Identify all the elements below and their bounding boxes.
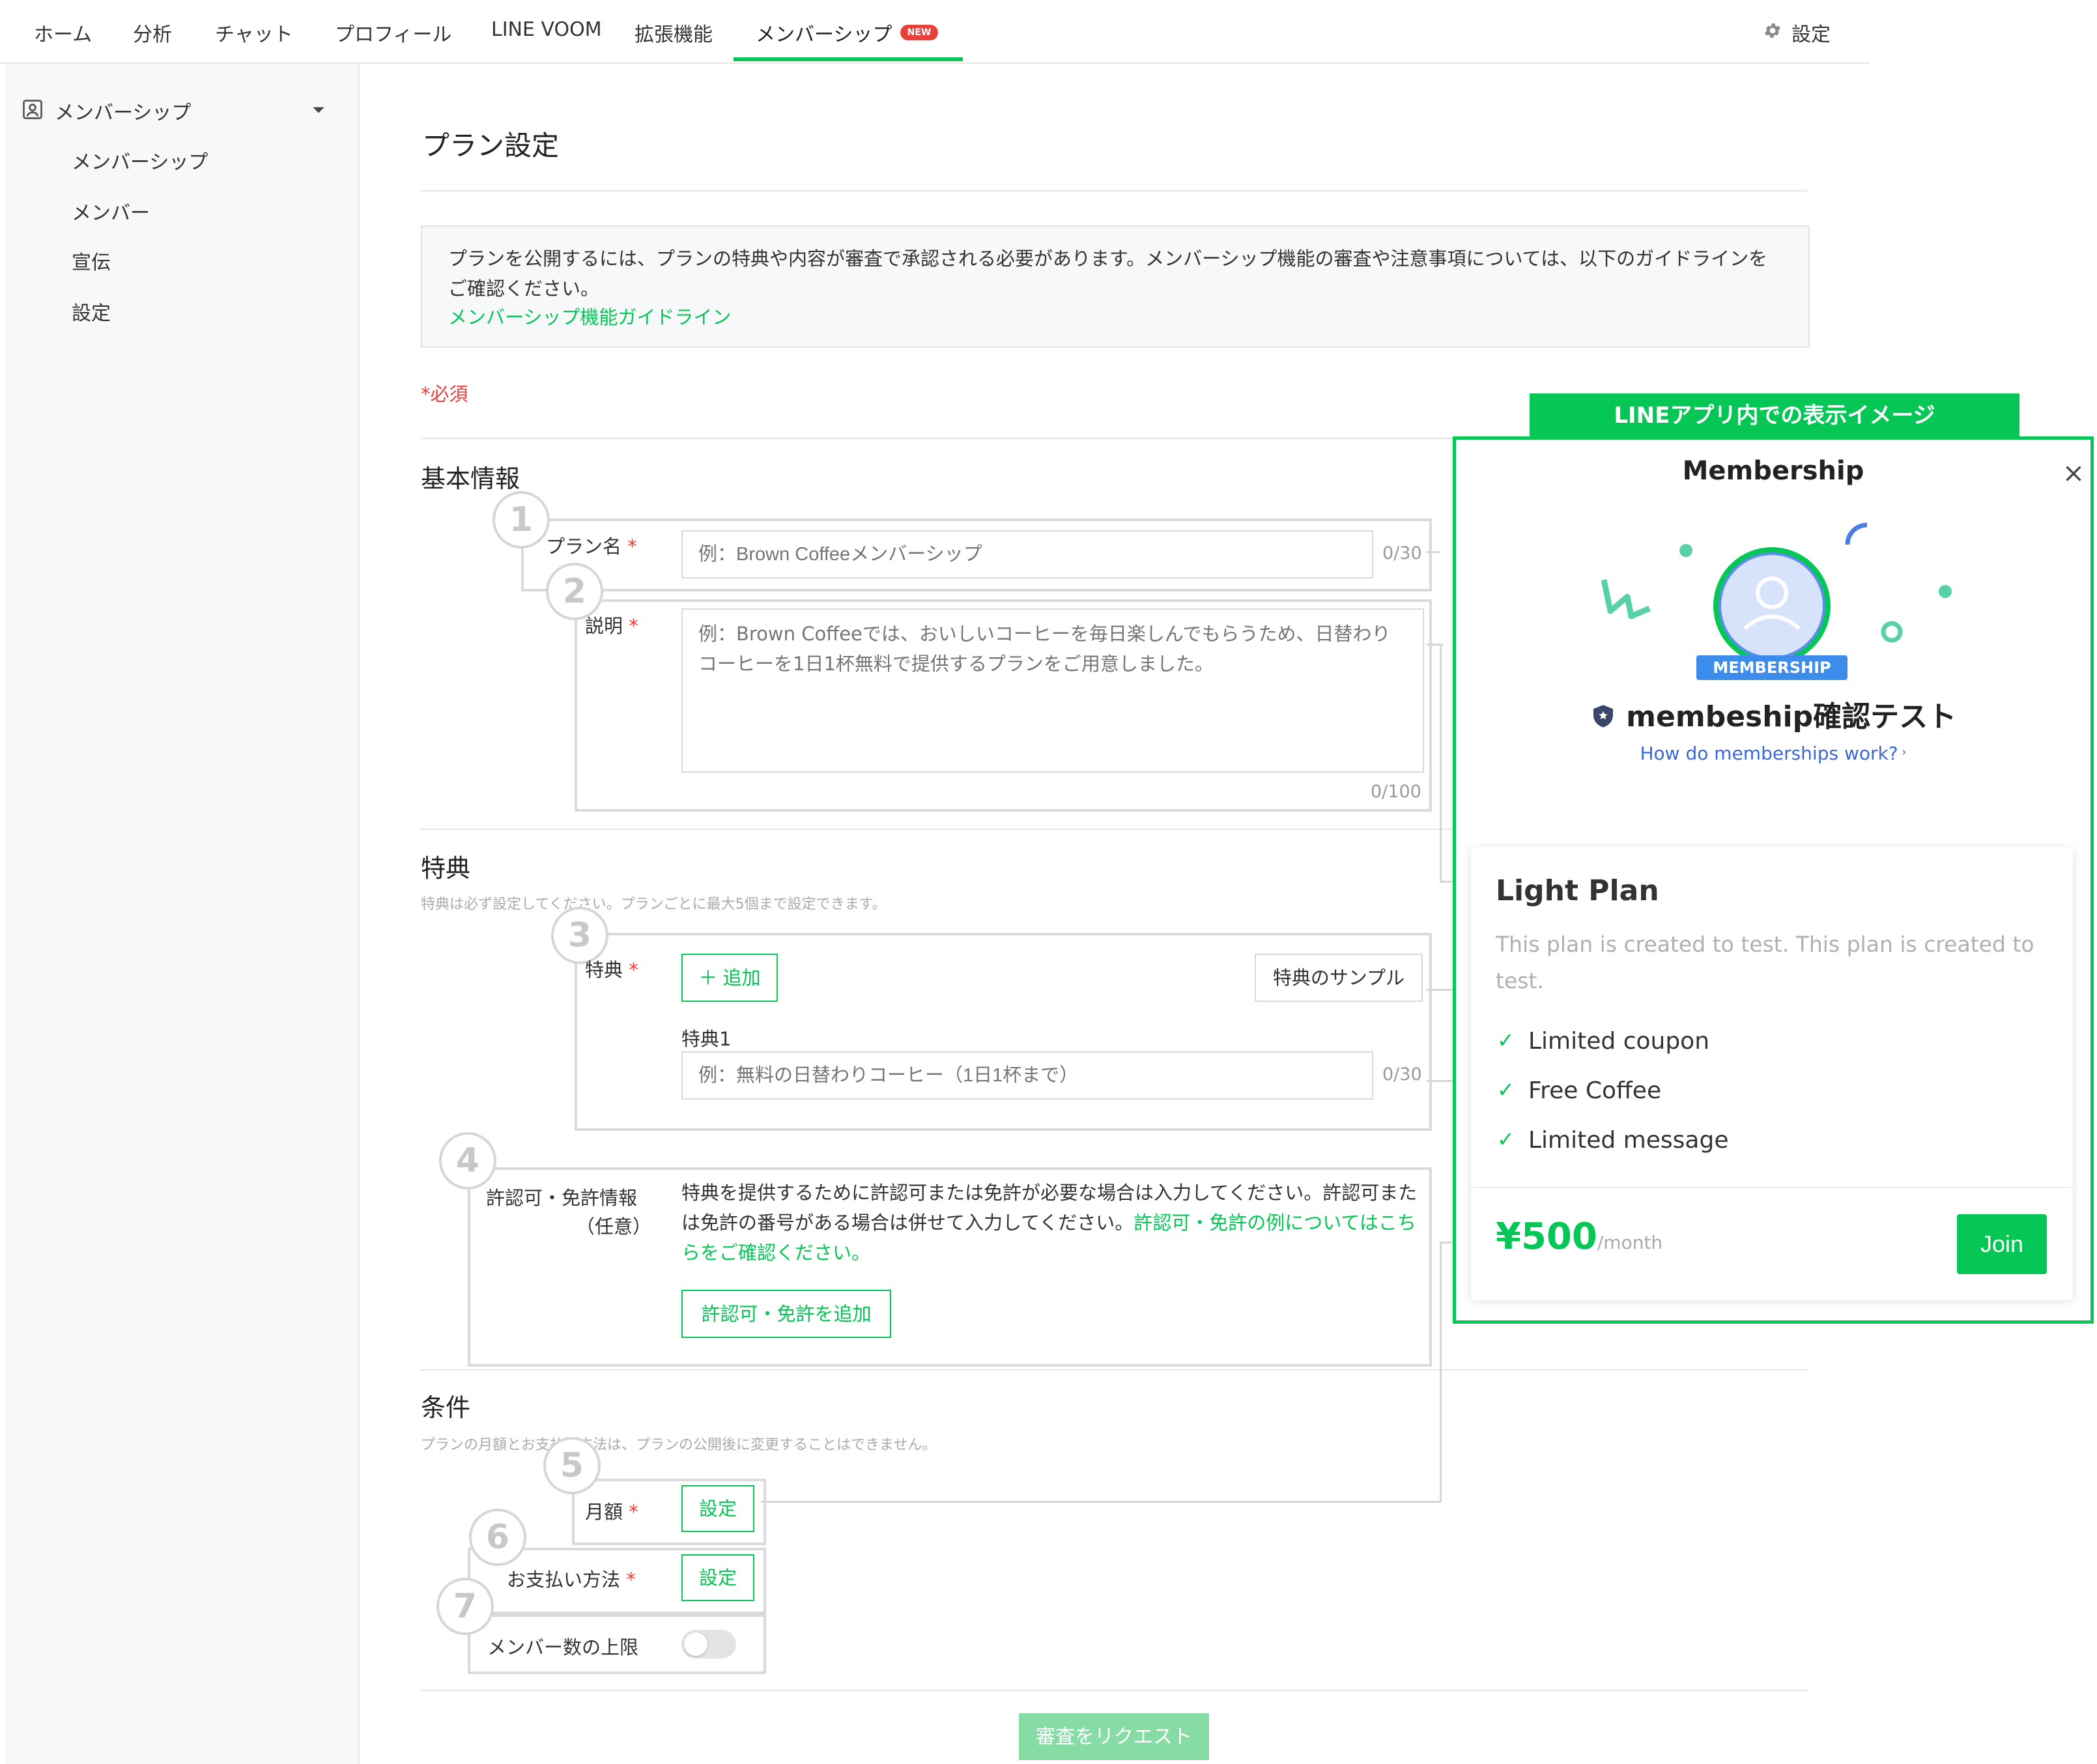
nav-profile[interactable]: プロフィール bbox=[335, 18, 451, 47]
sidebar: メンバーシップ メンバーシップ メンバー 宣伝 設定 bbox=[5, 64, 360, 1764]
license-label: 許認可・免許情報 bbox=[486, 1187, 638, 1209]
card-divider bbox=[1471, 1187, 2073, 1188]
benefit-1-counter: 0/30 bbox=[1382, 1064, 1422, 1085]
nav-extensions[interactable]: 拡張機能 bbox=[635, 18, 713, 47]
required-note: *必須 bbox=[421, 383, 468, 405]
account-name: membeship確認テスト bbox=[1626, 700, 1957, 733]
how-memberships-work-row: How do memberships work? › bbox=[1453, 743, 2094, 764]
marker-7: 7 bbox=[436, 1578, 494, 1635]
caret-down-icon[interactable] bbox=[311, 103, 326, 117]
member-limit-toggle[interactable] bbox=[681, 1630, 736, 1658]
toggle-knob bbox=[684, 1632, 707, 1656]
nav-chat[interactable]: チャット bbox=[215, 18, 293, 47]
sidebar-item-settings[interactable]: 設定 bbox=[72, 297, 111, 326]
gear-icon[interactable] bbox=[1763, 21, 1782, 40]
description-label: 説明 * bbox=[585, 615, 638, 637]
join-button[interactable]: Join bbox=[1957, 1214, 2047, 1274]
check-icon: ✓ bbox=[1497, 1028, 1515, 1053]
benefits-label: 特典 * bbox=[585, 959, 638, 981]
guideline-link[interactable]: メンバーシップ機能ガイドライン bbox=[448, 302, 731, 330]
plan-name-counter: 0/30 bbox=[1382, 543, 1422, 563]
guideline-notice: プランを公開するには、プランの特典や内容が審査で承認される必要があります。メンバ… bbox=[421, 225, 1810, 348]
payment-settings-button[interactable]: 設定 bbox=[681, 1554, 754, 1601]
member-limit-label: メンバー数の上限 bbox=[487, 1636, 639, 1658]
benefits-title: 特典 bbox=[421, 854, 471, 883]
nav-settings[interactable]: 設定 bbox=[1791, 18, 1831, 47]
preview-banner: LINEアプリ内での表示イメージ bbox=[1530, 393, 2019, 438]
plan-name-label: プラン名 * bbox=[546, 535, 637, 558]
license-description: 特典を提供するために許認可または免許が必要な場合は入力してください。許認可または… bbox=[681, 1178, 1424, 1268]
benefit-1-input[interactable] bbox=[681, 1051, 1373, 1100]
sidebar-section-membership[interactable]: メンバーシップ bbox=[55, 96, 191, 125]
nav-home[interactable]: ホーム bbox=[34, 18, 92, 47]
benefits-hint: 特典は必ず設定してください。プランごとに最大5個まで設定できます。 bbox=[421, 896, 887, 913]
check-icon: ✓ bbox=[1497, 1077, 1515, 1102]
basic-info-title: 基本情報 bbox=[421, 464, 521, 493]
conditions-hint: プランの月額とお支払い方法は、プランの公開後に変更することはできません。 bbox=[421, 1437, 937, 1453]
marker-5: 5 bbox=[543, 1437, 601, 1494]
feature-item: Free Coffee bbox=[1528, 1077, 1662, 1104]
plan-title: Light Plan bbox=[1496, 874, 1659, 907]
plan-card: Light Plan This plan is created to test.… bbox=[1471, 847, 2073, 1300]
connector-line bbox=[1427, 989, 1453, 991]
section-divider-3 bbox=[421, 1369, 1807, 1371]
feature-item: Limited message bbox=[1528, 1127, 1729, 1154]
connector-line bbox=[1440, 1242, 1442, 1502]
connector-line bbox=[761, 1501, 1441, 1503]
shield-icon bbox=[1590, 703, 1616, 729]
add-license-button[interactable]: 許認可・免許を追加 bbox=[681, 1290, 891, 1338]
benefit-1-label: 特典1 bbox=[681, 1028, 732, 1050]
section-divider bbox=[421, 438, 1476, 439]
section-divider-2 bbox=[421, 829, 1476, 830]
nav-line-voom[interactable]: LINE VOOM bbox=[491, 18, 602, 41]
price-row: ¥500/month bbox=[1496, 1216, 1662, 1258]
account-name-row: membeship確認テスト bbox=[1453, 693, 2094, 735]
sidebar-item-members[interactable]: メンバー bbox=[72, 197, 150, 225]
connector-line bbox=[1427, 551, 1440, 553]
user-card-icon bbox=[21, 98, 44, 121]
price-unit: /month bbox=[1597, 1232, 1663, 1253]
license-optional-label: （任意） bbox=[576, 1216, 652, 1238]
page-title: プラン設定 bbox=[422, 130, 560, 162]
benefit-sample-button[interactable]: 特典のサンプル bbox=[1255, 954, 1423, 1002]
description-textarea[interactable] bbox=[681, 608, 1424, 773]
marker-4: 4 bbox=[439, 1132, 496, 1189]
marker-6: 6 bbox=[469, 1509, 526, 1566]
sidebar-item-promotion[interactable]: 宣伝 bbox=[72, 246, 111, 275]
title-divider bbox=[421, 190, 1807, 192]
how-memberships-link[interactable]: How do memberships work? bbox=[1640, 743, 1898, 764]
price: ¥500 bbox=[1496, 1216, 1597, 1258]
close-icon[interactable] bbox=[2064, 464, 2083, 483]
sidebar-item-membership[interactable]: メンバーシップ bbox=[72, 146, 208, 175]
connector-line bbox=[1440, 644, 1442, 881]
notice-text: プランを公開するには、プランの特典や内容が審査で承認される必要があります。メンバ… bbox=[448, 248, 1768, 300]
chevron-right-icon: › bbox=[1898, 745, 1907, 759]
membership-badge: MEMBERSHIP bbox=[1696, 655, 1847, 680]
feature-item: Limited coupon bbox=[1528, 1028, 1710, 1055]
description-counter: 0/100 bbox=[1371, 782, 1421, 802]
conditions-title: 条件 bbox=[421, 1393, 471, 1422]
bottom-divider bbox=[421, 1690, 1807, 1691]
request-review-button[interactable]: 審査をリクエスト bbox=[1019, 1713, 1209, 1760]
preview-header: Membership bbox=[1682, 456, 1864, 486]
nav-membership[interactable]: メンバーシップ bbox=[756, 18, 892, 47]
nav-analytics[interactable]: 分析 bbox=[133, 18, 172, 47]
monthly-settings-button[interactable]: 設定 bbox=[681, 1485, 754, 1532]
top-navigation: ホーム 分析 チャット プロフィール LINE VOOM 拡張機能 メンバーシッ… bbox=[0, 0, 1870, 64]
plan-name-input[interactable] bbox=[681, 530, 1373, 578]
add-benefit-button[interactable]: ＋ 追加 bbox=[681, 954, 778, 1002]
plan-description: This plan is created to test. This plan … bbox=[1496, 932, 2034, 993]
active-tab-indicator bbox=[734, 57, 963, 61]
monthly-label: 月額 * bbox=[585, 1501, 638, 1523]
new-badge: NEW bbox=[900, 25, 938, 40]
check-icon: ✓ bbox=[1497, 1127, 1515, 1152]
payment-label: お支払い方法 * bbox=[507, 1569, 636, 1591]
marker-1: 1 bbox=[492, 491, 550, 548]
